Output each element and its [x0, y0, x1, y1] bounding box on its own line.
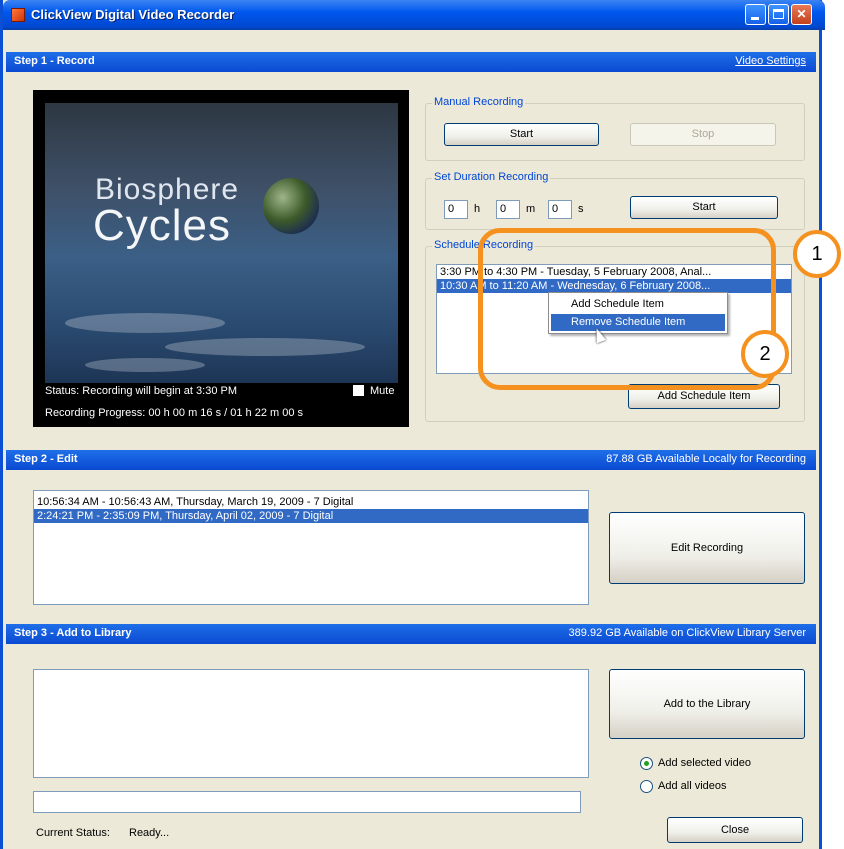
manual-stop-button[interactable]: Stop [630, 123, 776, 146]
recording-item[interactable]: 10:56:34 AM - 10:56:43 AM, Thursday, Mar… [34, 495, 588, 509]
minutes-unit: m [526, 203, 536, 215]
manual-recording-label: Manual Recording [432, 96, 526, 108]
edit-recording-button[interactable]: Edit Recording [609, 512, 805, 584]
duration-hours-field[interactable]: 0 [444, 200, 468, 219]
close-window-button[interactable]: ✕ [791, 4, 812, 25]
callout-number-1: 1 [793, 230, 841, 278]
close-button[interactable]: Close [667, 817, 803, 843]
add-to-library-button[interactable]: Add to the Library [609, 669, 805, 739]
manual-start-button[interactable]: Start [444, 123, 599, 146]
duration-recording-group: Set Duration Recording 0 h 0 m 0 s Start [425, 171, 805, 230]
video-preview: Biosphere Cycles Status: Recording will … [33, 90, 409, 427]
video-settings-link[interactable]: Video Settings [735, 55, 806, 67]
current-status-label: Current Status: [36, 827, 110, 839]
library-video-list[interactable] [33, 669, 589, 778]
recording-progress: Recording Progress: 00 h 00 m 16 s / 01 … [45, 407, 304, 419]
video-frame: Biosphere Cycles [45, 103, 398, 383]
library-storage-available: 389.92 GB Available on ClickView Library… [568, 627, 806, 639]
duration-minutes-field[interactable]: 0 [496, 200, 520, 219]
window-title: ClickView Digital Video Recorder [31, 7, 235, 22]
video-title-line2: Cycles [93, 201, 232, 250]
seconds-unit: s [578, 203, 584, 215]
progress-bar [33, 791, 581, 813]
minimize-button[interactable] [745, 4, 766, 25]
close-icon: ✕ [796, 7, 807, 21]
mute-checkbox[interactable] [353, 385, 364, 396]
current-status-value: Ready... [129, 827, 170, 839]
step2-header: Step 2 - Edit 87.88 GB Available Locally… [6, 450, 816, 470]
add-selected-label: Add selected video [658, 757, 751, 769]
step1-title: Step 1 - Record [14, 55, 95, 67]
step2-title: Step 2 - Edit [14, 453, 78, 465]
recording-status: Status: Recording will begin at 3:30 PM [45, 385, 237, 397]
step3-title: Step 3 - Add to Library [14, 627, 132, 639]
add-all-label: Add all videos [658, 780, 727, 792]
add-selected-radio[interactable] [640, 757, 653, 770]
maximize-button[interactable] [768, 4, 789, 25]
duration-seconds-field[interactable]: 0 [548, 200, 572, 219]
title-bar[interactable]: ClickView Digital Video Recorder ✕ [3, 0, 825, 30]
globe-image [263, 178, 319, 234]
callout-number-2: 2 [741, 330, 789, 378]
local-storage-available: 87.88 GB Available Locally for Recording [606, 453, 806, 465]
app-icon [11, 8, 25, 22]
step3-header: Step 3 - Add to Library 389.92 GB Availa… [6, 624, 816, 644]
recordings-list[interactable]: 10:56:34 AM - 10:56:43 AM, Thursday, Mar… [33, 490, 589, 605]
mute-label: Mute [370, 385, 395, 397]
maximize-icon [773, 9, 784, 19]
manual-recording-group: Manual Recording Start Stop [425, 96, 805, 161]
duration-start-button[interactable]: Start [630, 196, 778, 219]
hours-unit: h [474, 203, 481, 215]
step1-header: Step 1 - Record Video Settings [6, 52, 816, 72]
minimize-icon [751, 17, 759, 20]
recording-item-selected[interactable]: 2:24:21 PM - 2:35:09 PM, Thursday, April… [34, 509, 588, 523]
add-all-radio[interactable] [640, 780, 653, 793]
annotation-highlight-box [478, 228, 776, 390]
app-window: ClickView Digital Video Recorder ✕ Step … [0, 0, 825, 849]
duration-recording-label: Set Duration Recording [432, 171, 551, 183]
